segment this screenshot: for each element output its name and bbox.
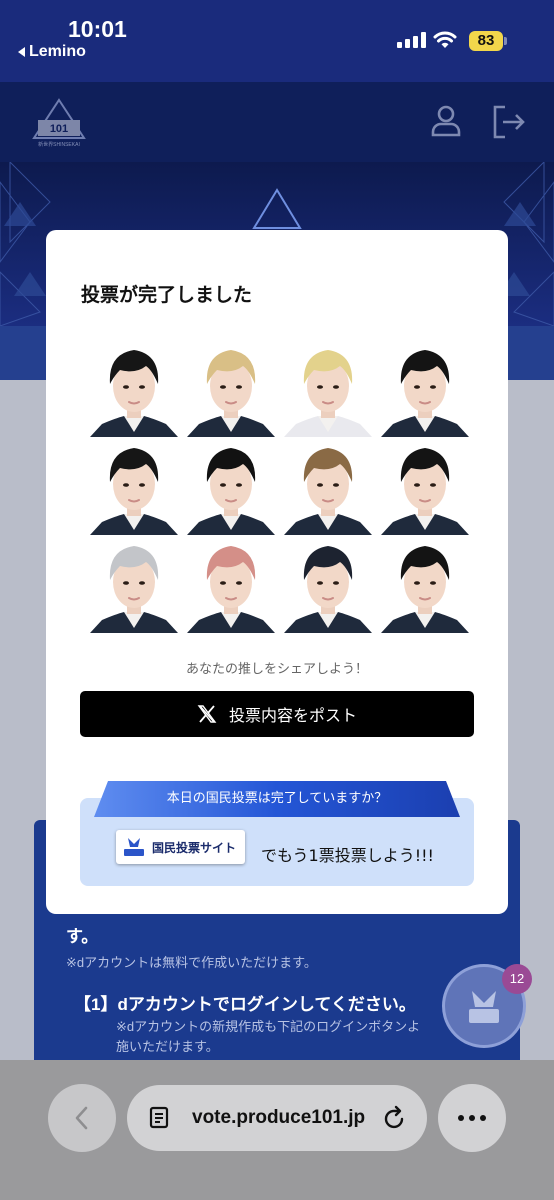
post-button-label: 投票内容をポスト [228, 706, 357, 725]
national-vote-ribbon: 本日の国民投票は完了していますか？ [94, 781, 460, 817]
share-prompt: あなたの推しをシェアしよう！ [185, 662, 368, 677]
trainee-photo [280, 536, 376, 633]
vote-again-text: でもう1票投票しよう!!! [261, 846, 434, 865]
trainee-portrait-icon [284, 448, 372, 535]
trainee-portrait-icon [187, 350, 275, 437]
trainee-portrait-icon [90, 546, 178, 633]
trainee-photo [377, 438, 473, 535]
trainee-photo [377, 340, 473, 437]
trainee-portrait-icon [187, 546, 275, 633]
chevron-left-icon [75, 1106, 88, 1130]
svg-text:新世界SHINSEKAI: 新世界SHINSEKAI [38, 141, 80, 148]
status-time: 10:01 [68, 16, 127, 42]
x-logo-icon [197, 705, 217, 723]
logout-icon[interactable] [491, 104, 527, 140]
trainee-photo [280, 438, 376, 535]
back-app-label: Lemino [29, 43, 86, 60]
trainee-portrait-icon [284, 546, 372, 633]
site-header: 101 新世界SHINSEKAI [0, 82, 554, 162]
trainee-portrait-icon [284, 350, 372, 437]
info-line-2: ※dアカウントは無料で作成いただけます。 [66, 955, 317, 970]
trainee-photo [86, 438, 182, 535]
battery-level: 83 [469, 31, 503, 51]
trainee-portrait-icon [381, 350, 469, 437]
trainee-portrait-icon [381, 448, 469, 535]
user-icon[interactable] [430, 104, 462, 138]
cellular-signal-icon [397, 32, 426, 48]
reload-icon[interactable] [383, 1105, 407, 1131]
page-menu-icon[interactable] [149, 1106, 171, 1130]
vote-complete-modal: 投票が完了しました あなたの推しをシェアしよう！ 投票内容をポスト 本日の国民投… [46, 230, 508, 914]
info-line-5: 施いただけます。 [116, 1039, 219, 1054]
trainee-photo [183, 536, 279, 633]
browser-back-button[interactable] [48, 1084, 116, 1152]
trainee-portrait-icon [381, 546, 469, 633]
svg-text:101: 101 [50, 123, 68, 135]
national-vote-site-button[interactable]: 国民投票サイト [116, 830, 245, 864]
trainee-photo-grid [86, 340, 474, 633]
more-options-button[interactable] [438, 1084, 506, 1152]
info-step-1: 【1】dアカウントでログインしてください。 [74, 995, 416, 1014]
modal-title: 投票が完了しました [81, 284, 253, 306]
site-button-label: 国民投票サイト [152, 840, 237, 855]
info-line-4: ※dアカウントの新規作成も下記のログインボタンよ [116, 1019, 421, 1034]
trainee-photo [86, 340, 182, 437]
trainee-photo [183, 340, 279, 437]
info-line-1: す。 [66, 927, 99, 946]
trainee-portrait-icon [187, 448, 275, 535]
ballot-box-icon [124, 838, 144, 856]
trainee-photo [280, 340, 376, 437]
trainee-portrait-icon [90, 448, 178, 535]
battery-icon: 83 [469, 31, 507, 51]
national-vote-question: 本日の国民投票は完了していますか？ [166, 791, 388, 806]
trainee-photo [183, 438, 279, 535]
produce101-logo[interactable]: 101 新世界SHINSEKAI [32, 98, 86, 148]
url-text: vote.produce101.jp [192, 1107, 366, 1128]
status-bar: 10:01 Lemino 83 [0, 0, 554, 82]
post-to-x-button[interactable]: 投票内容をポスト [80, 691, 474, 737]
address-bar[interactable]: vote.produce101.jp [127, 1085, 427, 1151]
back-triangle-icon [18, 47, 25, 57]
back-to-app-link[interactable]: Lemino [18, 43, 86, 61]
trainee-photo [377, 536, 473, 633]
trainee-photo [86, 536, 182, 633]
vote-count-badge: 12 [502, 964, 532, 994]
wifi-icon [433, 31, 457, 48]
trainee-portrait-icon [90, 350, 178, 437]
